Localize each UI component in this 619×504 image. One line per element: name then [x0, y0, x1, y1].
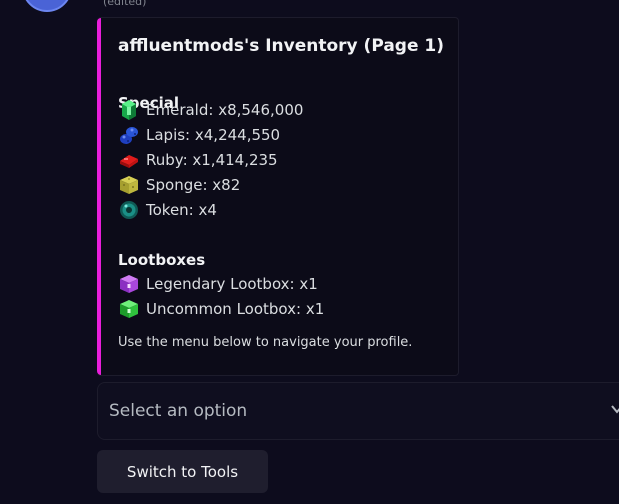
option-select-menu[interactable]: Select an option [97, 382, 619, 440]
switch-to-tools-button[interactable]: Switch to Tools [97, 450, 268, 493]
uncommon-lootbox-icon [120, 300, 138, 318]
inventory-item-sponge: Sponge: x82 [118, 173, 240, 197]
item-text: Lapis: x4,244,550 [146, 126, 281, 144]
item-text: Token: x4 [146, 201, 217, 219]
inventory-item-lapis: Lapis: x4,244,550 [118, 123, 280, 147]
inventory-item-ruby: Ruby: x1,414,235 [118, 148, 278, 172]
ruby-icon [120, 155, 138, 168]
inventory-embed: affluentmods's Inventory (Page 1) Specia… [97, 17, 459, 376]
item-text: Sponge: x82 [146, 176, 241, 194]
select-placeholder: Select an option [109, 401, 248, 421]
inventory-item-emerald: Emerald: x8,546,000 [118, 98, 303, 122]
legendary-lootbox-icon [120, 275, 138, 293]
section-heading-lootboxes: Lootboxes [118, 251, 206, 269]
token-icon [120, 201, 138, 219]
embed-accent-bar [97, 18, 101, 375]
lapis-icon [120, 127, 138, 144]
embed-footer-text: Use the menu below to navigate your prof… [118, 335, 413, 350]
item-text: Ruby: x1,414,235 [146, 151, 278, 169]
emerald-icon [122, 100, 136, 120]
sponge-icon [120, 176, 138, 194]
inventory-item-legendary-lootbox: Legendary Lootbox: x1 [118, 272, 318, 296]
inventory-item-token: Token: x4 [118, 198, 217, 222]
chevron-down-icon[interactable] [610, 402, 619, 416]
embed-title: affluentmods's Inventory (Page 1) [118, 36, 445, 56]
item-text: Legendary Lootbox: x1 [146, 275, 318, 293]
item-text: Emerald: x8,546,000 [146, 101, 304, 119]
item-text: Uncommon Lootbox: x1 [146, 300, 325, 318]
avatar[interactable] [22, 0, 72, 12]
edited-label: (edited) [103, 0, 147, 8]
inventory-item-uncommon-lootbox: Uncommon Lootbox: x1 [118, 297, 324, 321]
